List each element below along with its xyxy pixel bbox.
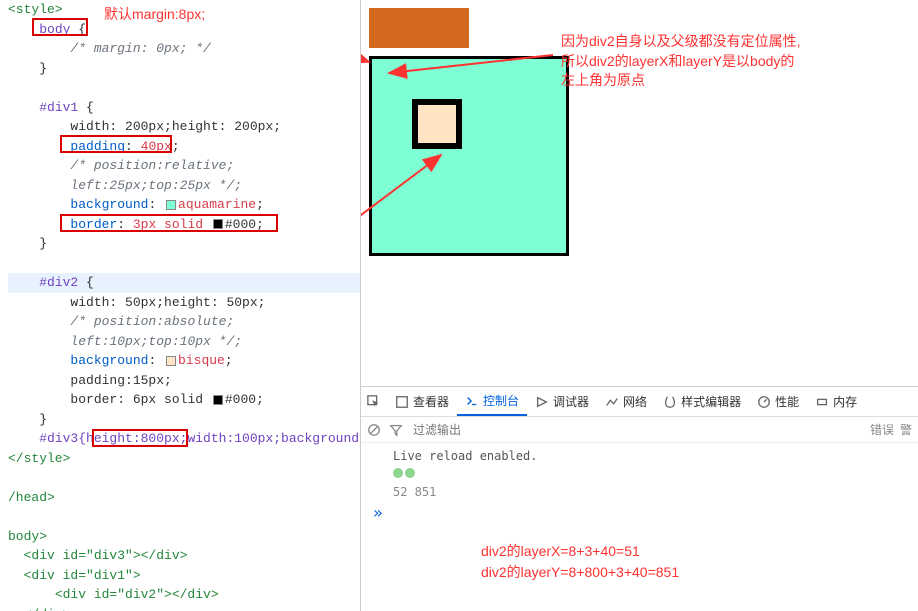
- anno-margin-default: 默认margin:8px;: [104, 4, 205, 24]
- memory-icon: [815, 395, 829, 409]
- console-icon: [465, 394, 479, 408]
- tab-performance[interactable]: 性能: [749, 387, 807, 416]
- devtools-tabs: 查看器 控制台 调试器 网络 样式编辑器: [361, 387, 918, 417]
- div3-rule: #div3{height:800px;width:100px;backgroun…: [39, 431, 359, 446]
- browser-preview-pane: 因为div2自身以及父级都没有定位属性, 所以div2的layerX和layer…: [361, 0, 918, 386]
- console-log-line: Live reload enabled.: [369, 447, 910, 465]
- style-icon: [663, 395, 677, 409]
- console-filter-bar: 错误 警: [361, 417, 918, 443]
- tab-debugger[interactable]: 调试器: [527, 387, 597, 416]
- tab-style[interactable]: 样式编辑器: [655, 387, 749, 416]
- code-editor-pane: <style> body { /* margin: 0px; */ } #div…: [0, 0, 360, 611]
- picker-icon: [367, 395, 381, 409]
- tab-network[interactable]: 网络: [597, 387, 655, 416]
- div1-preview: [369, 56, 569, 256]
- network-icon: [605, 395, 619, 409]
- tab-memory[interactable]: 内存: [807, 387, 865, 416]
- anno-calculation: div2的layerX=8+3+40=51 div2的layerY=8+800+…: [481, 541, 679, 583]
- div3-preview: [369, 8, 469, 48]
- code-text: <style>: [8, 2, 63, 17]
- tab-console[interactable]: 控制台: [457, 387, 527, 416]
- console-output: Live reload enabled. 52 851 » div2的layer…: [361, 443, 918, 611]
- devtools-picker-button[interactable]: [361, 387, 387, 416]
- anno-explain: 因为div2自身以及父级都没有定位属性, 所以div2的layerX和layer…: [561, 32, 801, 91]
- tab-inspector[interactable]: 查看器: [387, 387, 457, 416]
- console-output-values: 52 851: [369, 483, 910, 501]
- perf-icon: [757, 395, 771, 409]
- devtools-panel: 查看器 控制台 调试器 网络 样式编辑器: [361, 386, 918, 611]
- clear-icon[interactable]: [367, 423, 381, 437]
- filter-input[interactable]: [411, 422, 862, 438]
- error-filter-button[interactable]: 错误: [870, 421, 894, 438]
- debugger-icon: [535, 395, 549, 409]
- warning-filter-button[interactable]: 警: [900, 421, 912, 438]
- div2-preview: [412, 99, 462, 149]
- inspector-icon: [395, 395, 409, 409]
- console-prompt[interactable]: »: [369, 501, 910, 524]
- console-loading-dots: [369, 465, 910, 483]
- filter-icon: [389, 423, 403, 437]
